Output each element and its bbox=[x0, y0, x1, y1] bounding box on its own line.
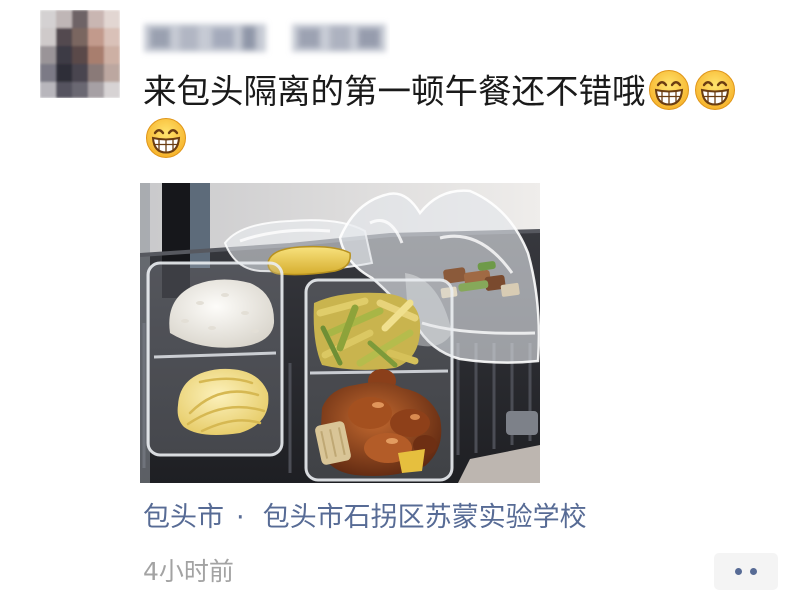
grinning-face-icon bbox=[648, 69, 690, 111]
username-blur-mask bbox=[144, 24, 386, 52]
grinning-face-icon bbox=[145, 117, 187, 159]
rice-container bbox=[146, 261, 284, 457]
more-dots-icon bbox=[750, 568, 757, 575]
location-place: 包头市石拐区苏蒙实验学校 bbox=[262, 502, 587, 533]
more-dots-icon bbox=[735, 568, 742, 575]
meal-photo[interactable] bbox=[140, 183, 540, 483]
location-link[interactable]: 包头市 · 包头市石拐区苏蒙实验学校 bbox=[143, 500, 587, 536]
more-actions-button[interactable] bbox=[714, 553, 778, 590]
post-text: 来包头隔离的第一顿午餐还不错哦 bbox=[143, 68, 743, 164]
avatar-mosaic bbox=[40, 10, 120, 98]
dish-container bbox=[304, 278, 454, 482]
location-separator: · bbox=[236, 502, 245, 533]
post-text-content: 来包头隔离的第一顿午餐还不错哦 bbox=[143, 72, 646, 111]
pineapple-chunk bbox=[398, 449, 425, 473]
avatar[interactable] bbox=[40, 10, 120, 98]
stir-fried-vegetables bbox=[313, 292, 421, 370]
grinning-face-icon bbox=[694, 69, 736, 111]
username-blurred[interactable] bbox=[140, 14, 390, 60]
meal-photo-image bbox=[140, 183, 540, 483]
location-city: 包头市 bbox=[143, 502, 224, 533]
timestamp: 4小时前 bbox=[143, 557, 234, 586]
